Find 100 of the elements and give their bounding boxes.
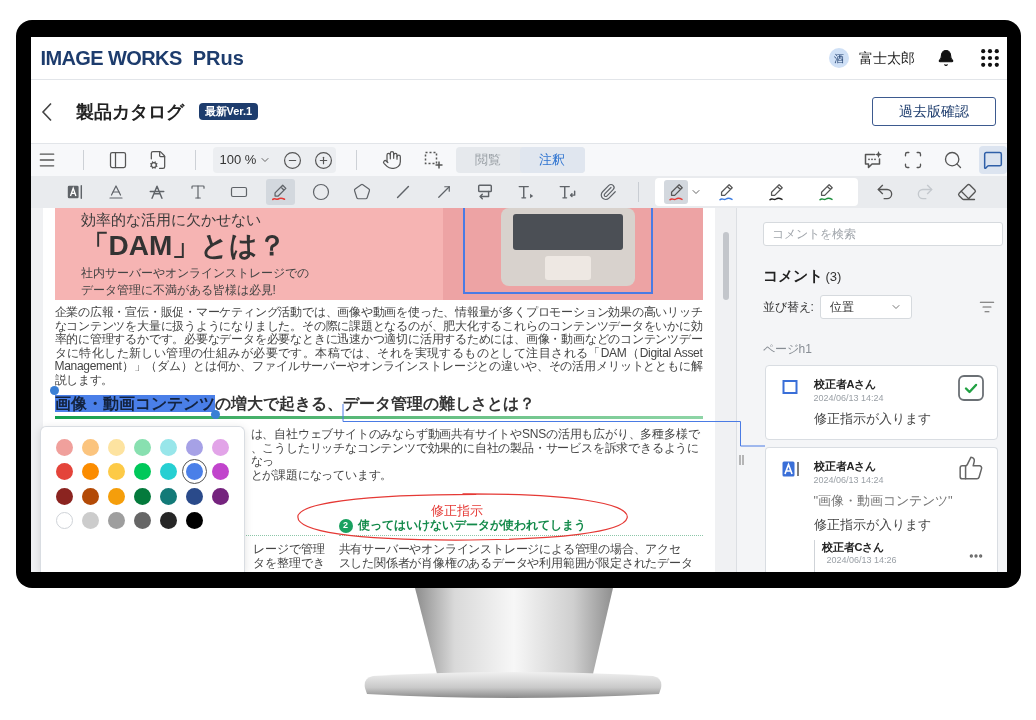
version-badge: 最新Ver.1 [198,103,259,120]
comment-body: 修正指示が入ります [813,410,931,428]
callout-icon [476,183,494,201]
comment-card[interactable]: 校正者Aさん 2024/06/13 14:24 修正指示が入ります [764,365,998,440]
comment-date: 2024/06/13 14:24 [813,474,884,486]
eraser-icon[interactable] [956,182,977,202]
color-swatch[interactable] [108,463,125,481]
comment-sparkle-icon [862,150,883,170]
version-history-button[interactable]: 過去版確認 [871,97,996,126]
color-swatch[interactable] [56,487,73,505]
hand-icon[interactable] [381,150,402,170]
color-swatch[interactable] [134,487,151,505]
color-swatch[interactable] [134,463,151,481]
text-return-icon [558,183,576,201]
color-swatch[interactable] [134,438,151,456]
comment-body: 修正指示が入ります [813,516,931,534]
underline-icon [107,183,125,201]
selection-handle-icon[interactable] [49,386,59,395]
color-swatch[interactable] [82,438,99,456]
color-swatch[interactable] [108,438,125,456]
color-swatch[interactable] [160,438,177,456]
product-name: PRus [192,46,244,70]
paragraph-line: 、こうしたリッチなコンテンツで効果的に自社の製品・サービスを訴求できるようになっ [250,441,700,469]
pen-icon [271,183,289,201]
file-gear-icon[interactable] [147,150,168,170]
paragraph-line: レージで管理 [252,542,325,556]
back-icon[interactable] [40,101,53,122]
paragraph-line: は、自社ウェブサイトのみならず動画共有サイトやSNSの活用も広がり、多種多様で [250,428,700,442]
dashed-square-plus-icon[interactable] [422,150,443,170]
bell-icon[interactable] [936,49,955,67]
number-badge: 2 [338,518,353,533]
banner-subtitle: 社内サーバーやオンラインストレージでの [80,265,309,282]
brand-name: IMAGE WORKS [40,46,182,70]
color-swatch[interactable] [82,487,99,505]
user-name[interactable]: 富士太郎 [858,49,915,67]
user-avatar[interactable]: 酒 [828,48,849,68]
paragraph-line: 共有サーバーやオンラインストレージによる管理の場合、アクセ [338,542,681,556]
comment-quote: "画像・動画コンテンツ" [813,492,953,510]
rectangle-icon [781,379,798,395]
circle-icon [312,183,330,201]
pentagon-icon [353,183,371,201]
comment-author: 校正者Aさん [813,377,877,391]
strikethrough-icon [148,183,166,201]
text-insert-icon [517,183,535,201]
color-swatch[interactable] [212,487,229,505]
comment-card[interactable]: 校正者Aさん 2024/06/13 14:24 "画像・動画コンテンツ" 修正指示が入ります 校正者Cさん 2024/06/13 14:26 [764,447,998,572]
line-icon [394,183,412,201]
text-icon [189,183,207,201]
color-swatch[interactable] [56,438,73,456]
comment-author: 校正者Aさん [813,459,877,473]
pen-tool-button[interactable] [265,179,295,205]
fullscreen-icon [902,150,923,170]
color-swatch[interactable] [212,438,229,456]
comment-icon [982,150,1003,170]
sort-select[interactable]: 位置 [819,295,912,319]
intro-paragraph: 企業の広報・宣伝・販促・マーケティング活動では、画像や動画を使った、情報量が多くプロモーション効果の高いリッチなコンテンツを大量に扱うようになりました。その際に課題となるのが、肥大化するこれらのコンテンツデータをいかに効率的に管理するかです。必要なデータを必要なときに迅速かつ適切に活用するためには、画像・動画などのコンテンツデータに特化した新しい管理の仕組みが必要です。本稿では、それを実現するものとして注目される「DAM（Digital Asset Management）」（ダム）とは何か、ファイルサーバーやオンラインストレージとの違いや、その活用メリットとともに解説します。 [54,306,703,387]
column-heading: 使ってはいけないデータが使われてしまう [357,518,586,533]
selection-handle-icon[interactable] [210,410,220,419]
reply-date: 2024/06/13 14:26 [826,554,897,566]
checkbox-icon[interactable] [957,375,984,401]
color-swatch[interactable] [160,487,177,505]
filter-icon[interactable] [978,299,995,315]
annotation-note[interactable]: 修正指示 [430,503,483,518]
minus-circle-icon[interactable] [283,150,303,170]
banner-title: 「DAM」とは？ [80,229,287,263]
color-swatch[interactable] [82,463,99,481]
splitter-handle-icon[interactable] [739,455,744,465]
search-icon [942,150,963,170]
arrow-icon [435,183,453,201]
grid-dots-icon[interactable] [980,49,999,67]
comments-heading: コメント [762,267,823,285]
thumbs-up-icon[interactable] [957,455,984,481]
document-title: 製品カタログ [75,100,184,124]
paragraph-line: タを整理でき [252,556,325,570]
mode-tab[interactable]: 注釈 [520,147,585,173]
plus-circle-icon[interactable] [314,150,334,170]
color-swatch[interactable] [186,487,203,505]
text-highlight-icon [781,461,800,477]
color-swatch[interactable] [186,512,203,530]
zoom-select[interactable]: 100 % [219,152,272,168]
color-swatch[interactable] [212,463,229,481]
color-swatch[interactable] [82,512,99,530]
color-swatch[interactable] [134,512,151,530]
color-swatch[interactable] [108,512,125,530]
comment-count: (3) [825,268,842,286]
color-swatch[interactable] [186,438,203,456]
search-field[interactable]: コメントを検索 [762,222,1003,246]
reply-author: 校正者Cさん [821,540,885,554]
paragraph-line: スした関係者が肖像権のあるデータや利用範囲が限定されたデータ [338,556,693,570]
sidebar-icon[interactable] [107,150,128,170]
sort-label: 並び替え: [762,299,814,315]
color-swatch[interactable] [56,463,73,481]
color-swatch[interactable] [160,463,177,481]
pen-color-button[interactable] [663,180,688,204]
comments-button[interactable] [978,146,1007,174]
page-label: ページh1 [762,342,812,357]
scrollbar-thumb[interactable] [722,232,729,300]
color-swatch[interactable] [160,512,177,530]
banner-kicker: 効率的な活用に欠かせない [80,210,261,229]
color-swatch[interactable] [108,487,125,505]
